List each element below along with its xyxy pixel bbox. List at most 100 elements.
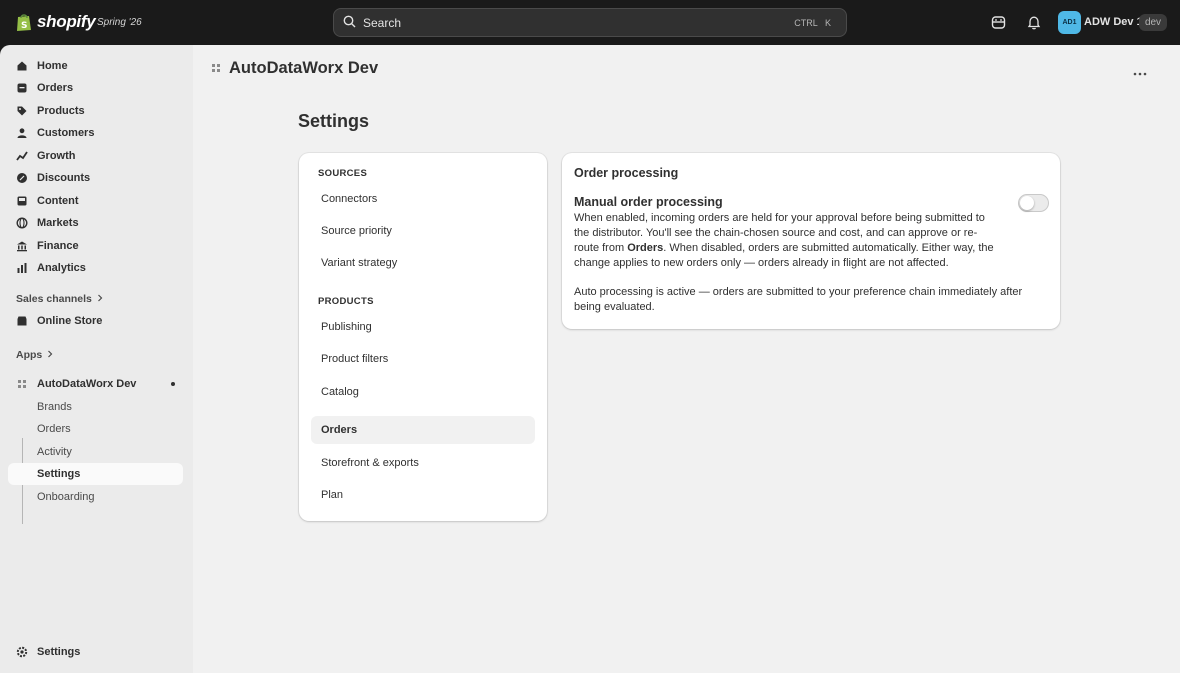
description-line: change applies to new orders only — orde… [574,257,949,269]
discount-icon [16,172,28,184]
store-name[interactable]: ADW Dev 1 [1084,16,1143,28]
chevron-right-icon [96,293,104,305]
sidebar-item-label: Home [37,60,68,72]
sidebar-item-label: Content [37,195,79,207]
sidebar-item-label: Online Store [37,315,103,327]
apps-label: Apps [16,349,43,361]
sidebar-item-label: AutoDataWorx Dev [37,378,137,390]
sidebar-item-label: Markets [37,217,79,229]
description-line: When enabled, incoming orders are held f… [574,212,985,224]
search-placeholder: Search [363,15,402,30]
text-span: . When disabled, orders are submitted au… [663,242,994,254]
tag-icon [16,105,28,117]
sidebar-item-label: Products [37,105,85,117]
chevron-right-icon [46,349,54,361]
sidebar-item-settings[interactable]: Settings [8,641,183,663]
top-bar: S shopify Spring '26 Search CTRL K AD1 A… [0,0,1180,45]
store-avatar[interactable]: AD1 [1058,11,1081,34]
group-heading-products: PRODUCTS [318,296,374,307]
globe-icon [16,217,28,229]
app-grid-icon [211,62,221,76]
sidebar-item-markets[interactable]: Markets [8,212,183,234]
sidebar-item-home[interactable]: Home [8,55,183,77]
page-title: Settings [298,111,370,131]
settings-link-source-priority[interactable]: Source priority [311,217,535,245]
app-subitem-settings[interactable]: Settings [8,463,183,485]
settings-nav-card: SOURCES Connectors Source priority Varia… [299,153,547,521]
sidebar: Home Orders Products Customers Growth Di… [0,45,193,673]
status-line: Auto processing is active — orders are s… [574,286,1023,298]
env-badge: dev [1139,14,1167,31]
app-header: AutoDataWorx Dev [211,59,378,78]
status-paragraph: Auto processing is active — orders are s… [574,285,1022,315]
sidebar-item-label: Orders [37,82,74,94]
brand-wordmark: shopify [37,12,96,31]
main-content: AutoDataWorx Dev Settings SOURCES Connec… [193,45,1180,673]
analytics-icon [16,262,28,274]
status-line: being evaluated. [574,301,655,313]
store-icon [16,315,28,327]
settings-link-publishing[interactable]: Publishing [311,313,535,341]
sidebar-item-online-store[interactable]: Online Store [8,310,183,332]
content-icon [16,195,28,207]
app-title: AutoDataWorx Dev [229,59,379,77]
shortcut-ctrl-key: CTRL [794,18,818,28]
search-bar[interactable]: Search CTRL K [333,8,847,37]
sidebar-item-discounts[interactable]: Discounts [8,167,183,189]
settings-link-product-filters[interactable]: Product filters [311,345,535,373]
app-subitem-activity[interactable]: Activity [8,441,183,463]
home-icon [16,60,28,72]
sidebar-item-products[interactable]: Products [8,100,183,122]
sidebar-item-finance[interactable]: Finance [8,235,183,257]
edition-label[interactable]: Spring '26 [97,17,142,28]
order-processing-card: Order processing Manual order processing… [562,153,1060,329]
orders-emphasis: Orders [627,242,664,254]
sales-channels-label: Sales channels [16,293,92,305]
sidebar-item-label: Customers [37,127,95,139]
description-paragraph: When enabled, incoming orders are held f… [574,211,994,271]
sidebar-item-analytics[interactable]: Analytics [8,257,183,279]
app-grid-icon [16,378,28,390]
card-title: Order processing [574,166,679,180]
orders-icon [16,82,28,94]
settings-link-orders[interactable]: Orders [311,416,535,444]
description-line: the distributor. You'll see the chain-ch… [574,227,978,239]
manual-processing-toggle[interactable] [1018,194,1049,212]
settings-link-connectors[interactable]: Connectors [311,185,535,213]
sidebar-item-label: Finance [37,240,79,252]
app-subitem-onboarding[interactable]: Onboarding [8,486,183,508]
sidebar-item-label: Analytics [37,262,86,274]
shopify-logo[interactable]: S shopify [16,12,96,32]
sidebar-item-orders[interactable]: Orders [8,77,183,99]
settings-link-variant-strategy[interactable]: Variant strategy [311,249,535,277]
settings-link-catalog[interactable]: Catalog [311,378,535,406]
text-span: route from [574,242,628,254]
description-line: route from Orders. When disabled, orders… [574,241,994,256]
sales-channels-header[interactable]: Sales channels [16,293,104,305]
group-heading-sources: SOURCES [318,168,368,179]
svg-text:S: S [21,21,27,31]
app-subitem-brands[interactable]: Brands [8,396,183,418]
more-horizontal-icon[interactable] [1133,65,1147,79]
sidebar-item-growth[interactable]: Growth [8,145,183,167]
toggle-knob [1020,196,1034,210]
settings-link-plan[interactable]: Plan [311,481,535,509]
shopify-bag-icon: S [16,12,32,32]
app-subitem-orders[interactable]: Orders [8,418,183,440]
apps-header[interactable]: Apps [16,349,54,361]
shortcut-k-key: K [824,18,831,28]
settings-link-storefront-exports[interactable]: Storefront & exports [311,449,535,477]
bell-icon[interactable] [1025,13,1043,31]
sidebar-item-label: Discounts [37,172,91,184]
sidebar-item-content[interactable]: Content [8,190,183,212]
search-icon [343,15,356,31]
sidebar-item-customers[interactable]: Customers [8,122,183,144]
chart-icon [16,150,28,162]
sidebar-item-app[interactable]: AutoDataWorx Dev [8,373,183,395]
sidekick-icon[interactable] [989,13,1007,31]
sidebar-item-label: Growth [37,150,76,162]
sidebar-item-label: Settings [37,646,81,658]
card-subtitle: Manual order processing [574,195,723,209]
pin-dot-icon[interactable] [171,382,175,386]
gear-icon [16,646,28,658]
